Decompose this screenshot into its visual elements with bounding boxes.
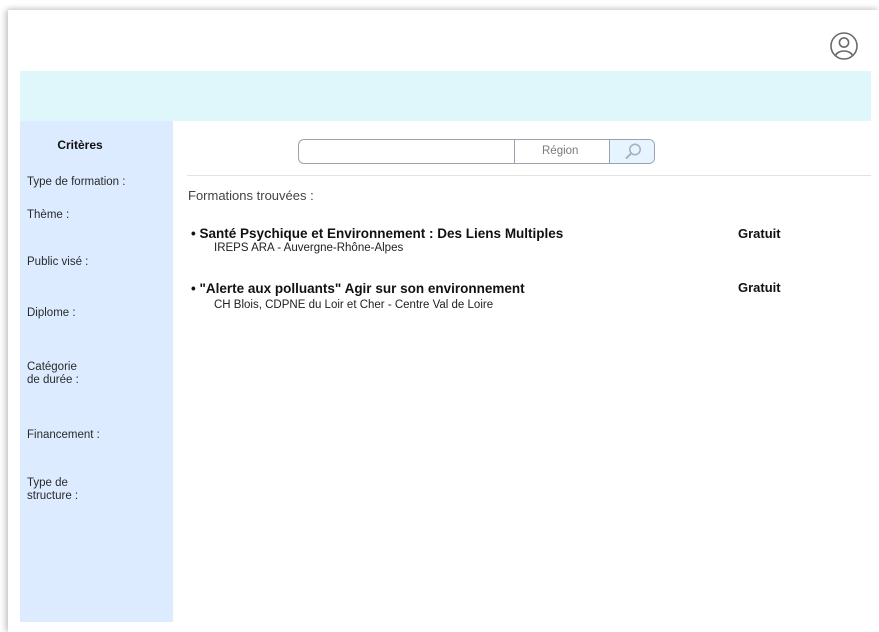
search-bar: Région bbox=[298, 139, 655, 164]
criterion-categorie-duree[interactable]: Catégorie de durée : bbox=[27, 361, 79, 387]
search-input[interactable] bbox=[299, 140, 514, 163]
criterion-theme[interactable]: Thème : bbox=[27, 209, 69, 222]
results-heading: Formations trouvées : bbox=[188, 188, 314, 203]
result-item-2-subtitle: CH Blois, CDPNE du Loir et Cher - Centre… bbox=[214, 299, 494, 311]
search-icon bbox=[625, 143, 641, 159]
divider bbox=[187, 175, 871, 176]
result-item-1-title-text: Santé Psychique et Environnement : Des L… bbox=[199, 226, 564, 241]
header-banner bbox=[20, 71, 871, 121]
region-select[interactable]: Région bbox=[514, 140, 609, 163]
criterion-financement[interactable]: Financement : bbox=[27, 429, 100, 442]
criterion-diplome[interactable]: Diplome : bbox=[27, 307, 76, 320]
result-item-2-title-text: "Alerte aux polluants" Agir sur son envi… bbox=[199, 281, 525, 296]
user-circle-icon[interactable] bbox=[829, 31, 859, 61]
criterion-type-formation[interactable]: Type de formation : bbox=[27, 176, 125, 189]
search-button[interactable] bbox=[609, 140, 654, 163]
sidebar-title: Critères bbox=[57, 138, 103, 152]
result-item-2-title[interactable]: • "Alerte aux polluants" Agir sur son en… bbox=[191, 281, 525, 296]
criterion-type-structure[interactable]: Type de structure : bbox=[27, 477, 78, 503]
result-item-1-price: Gratuit bbox=[738, 226, 781, 241]
result-item-1-title[interactable]: • Santé Psychique et Environnement : Des… bbox=[191, 226, 563, 241]
criterion-public-vise[interactable]: Public visé : bbox=[27, 256, 88, 269]
result-item-1-subtitle: IREPS ARA - Auvergne-Rhône-Alpes bbox=[214, 242, 404, 254]
result-item-2-price: Gratuit bbox=[738, 280, 781, 295]
